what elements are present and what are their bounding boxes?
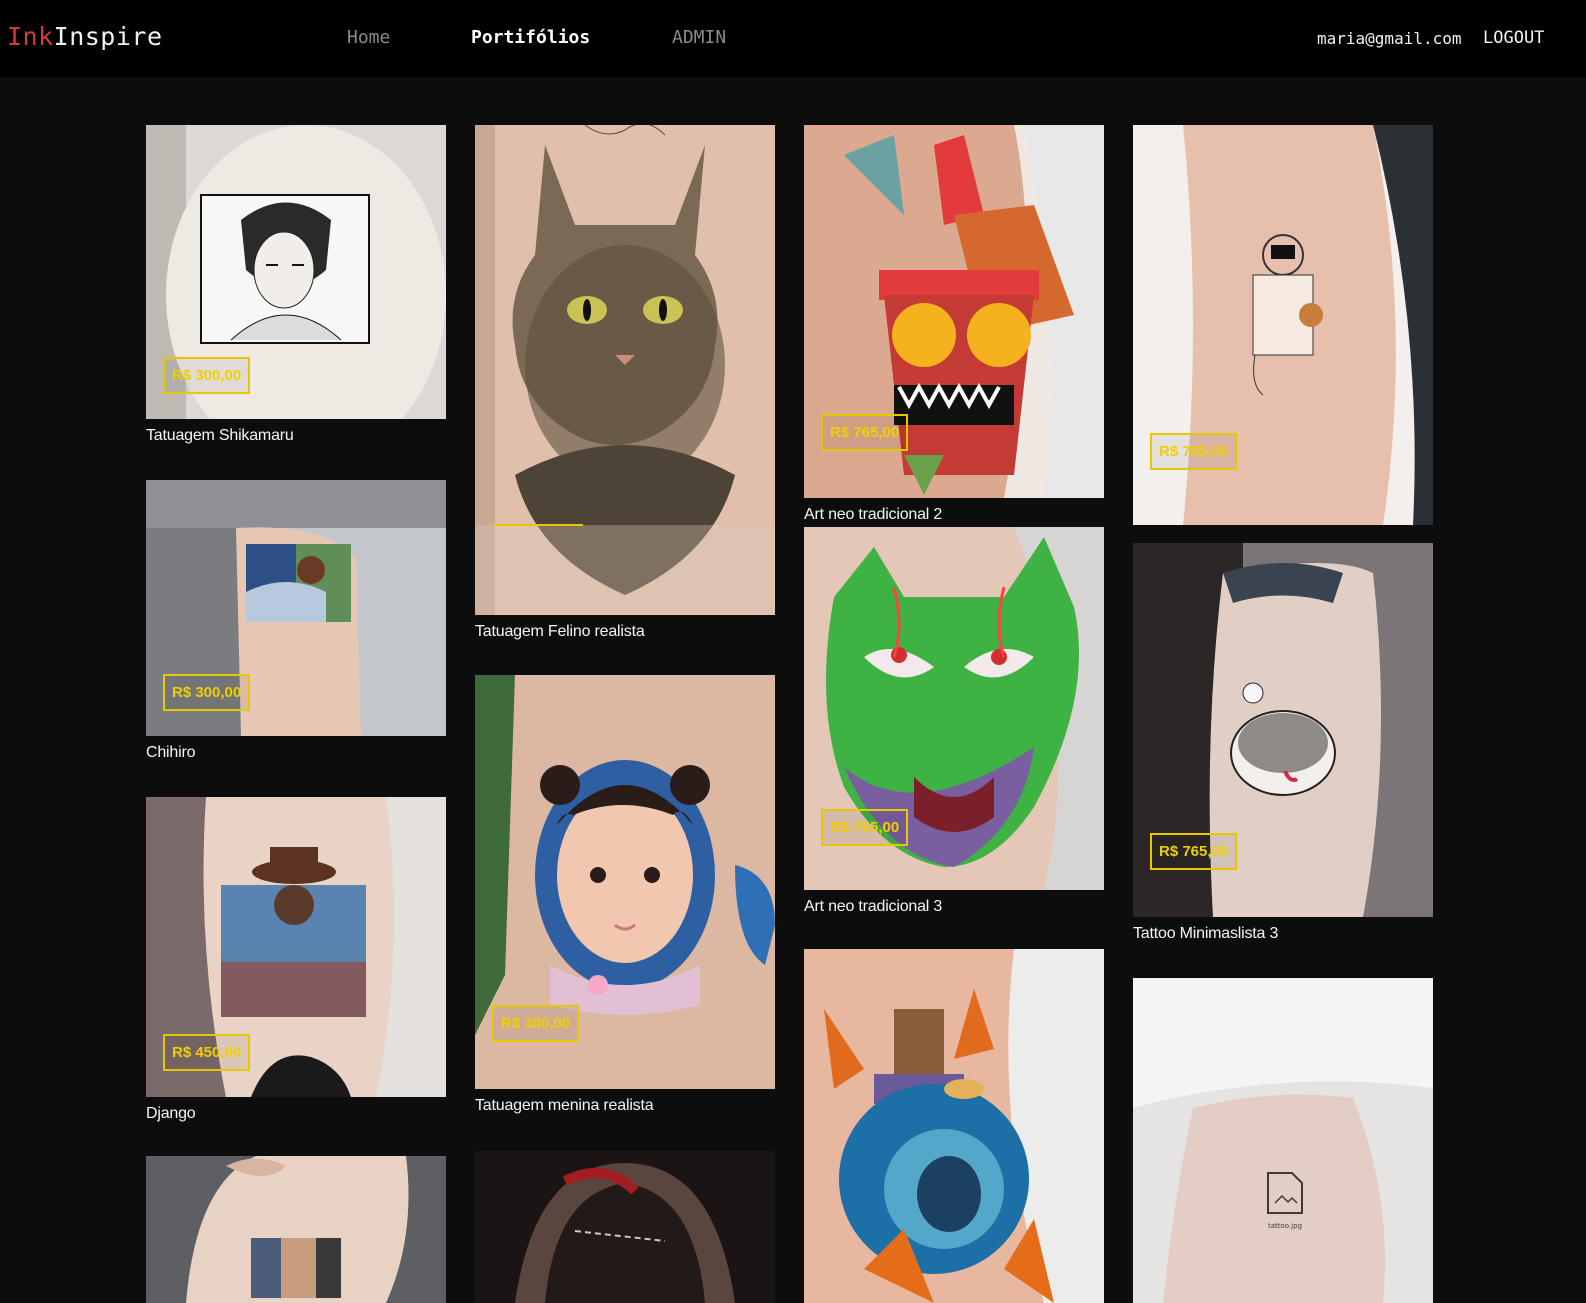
card-title[interactable]: Art neo tradicional 3 <box>804 898 1104 916</box>
file-label: tattoo.jpg <box>1268 1222 1302 1230</box>
portfolio-card[interactable]: R$ 765,00 Art neo tradicional 3 <box>804 527 1104 916</box>
file-icon-tattoo-icon: tattoo.jpg <box>1133 978 1433 1303</box>
portfolio-card[interactable]: R$ 450,00 Django <box>146 797 446 1123</box>
card-title[interactable]: Art neo tradicional 2 <box>804 506 1104 524</box>
portfolio-card[interactable]: Tatuagem Felino realista <box>475 125 775 641</box>
couple-tattoo-icon <box>146 1156 446 1303</box>
price-tag: R$ 765,00 <box>1150 833 1238 870</box>
portfolio-card[interactable]: tattoo.jpg <box>1133 978 1433 1303</box>
portfolio-card[interactable]: R$ 765,00 <box>1133 125 1433 525</box>
card-title[interactable]: Tatuagem Felino realista <box>475 623 775 641</box>
portfolio-card[interactable]: R$ 300,00 Tatuagem menina realista <box>475 675 775 1115</box>
nav-home[interactable]: Home <box>347 27 390 48</box>
card-image[interactable]: R$ 450,00 <box>146 797 446 1097</box>
price-tag: R$ 450,00 <box>163 1034 251 1071</box>
card-image[interactable] <box>475 125 775 615</box>
price-tag: R$ 765,00 <box>1150 433 1238 470</box>
portfolio-card[interactable]: R$ 300,00 Tatuagem Shikamaru <box>146 125 446 445</box>
card-image[interactable]: R$ 765,00 <box>1133 543 1433 917</box>
card-title[interactable]: Tatuagem menina realista <box>475 1097 775 1115</box>
portfolio-card[interactable] <box>475 1151 775 1303</box>
card-image[interactable]: tattoo.jpg <box>1133 978 1433 1303</box>
navbar: InkInspire Home Portifólios ADMIN maria@… <box>0 0 1586 77</box>
brand-ink: Ink <box>7 22 54 51</box>
portfolio-card[interactable] <box>804 949 1104 1303</box>
card-image[interactable] <box>146 1156 446 1303</box>
card-title[interactable]: Tatuagem Shikamaru <box>146 427 446 445</box>
portfolio-card[interactable]: R$ 765,00 Tattoo Minimaslista 3 <box>1133 543 1433 943</box>
card-title[interactable]: Django <box>146 1105 446 1123</box>
portfolio-card[interactable] <box>146 1156 446 1303</box>
card-image[interactable] <box>804 949 1104 1303</box>
card-title[interactable]: Chihiro <box>146 744 446 762</box>
card-image[interactable]: R$ 300,00 <box>146 480 446 736</box>
card-image[interactable]: R$ 765,00 <box>804 125 1104 498</box>
card-image[interactable]: R$ 765,00 <box>804 527 1104 890</box>
logout-button[interactable]: LOGOUT <box>1483 28 1544 48</box>
card-image[interactable]: R$ 300,00 <box>475 675 775 1089</box>
nav-portfolios[interactable]: Portifólios <box>471 27 590 48</box>
potion-bottle-tattoo-icon <box>804 949 1104 1303</box>
price-tag: R$ 300,00 <box>163 357 251 394</box>
nav-admin[interactable]: ADMIN <box>672 27 726 48</box>
brand-logo[interactable]: InkInspire <box>7 22 163 51</box>
price-tag: R$ 765,00 <box>821 414 909 451</box>
card-image[interactable]: R$ 765,00 <box>1133 125 1433 525</box>
price-tag: R$ 765,00 <box>821 809 909 846</box>
cat-tattoo-icon <box>475 125 775 615</box>
price-tag: R$ 300,00 <box>163 674 251 711</box>
card-image[interactable] <box>475 1151 775 1303</box>
card-title[interactable]: Tattoo Minimaslista 3 <box>1133 925 1433 943</box>
portfolio-card[interactable]: R$ 300,00 Chihiro <box>146 480 446 762</box>
brand-inspire: Inspire <box>53 22 163 51</box>
user-email: maria@gmail.com <box>1317 29 1462 48</box>
price-tag: R$ 300,00 <box>492 1005 580 1042</box>
card-image[interactable]: R$ 300,00 <box>146 125 446 419</box>
dark-tattoo-icon <box>475 1151 775 1303</box>
portfolio-card[interactable]: R$ 765,00 Art neo tradicional 2 <box>804 125 1104 524</box>
